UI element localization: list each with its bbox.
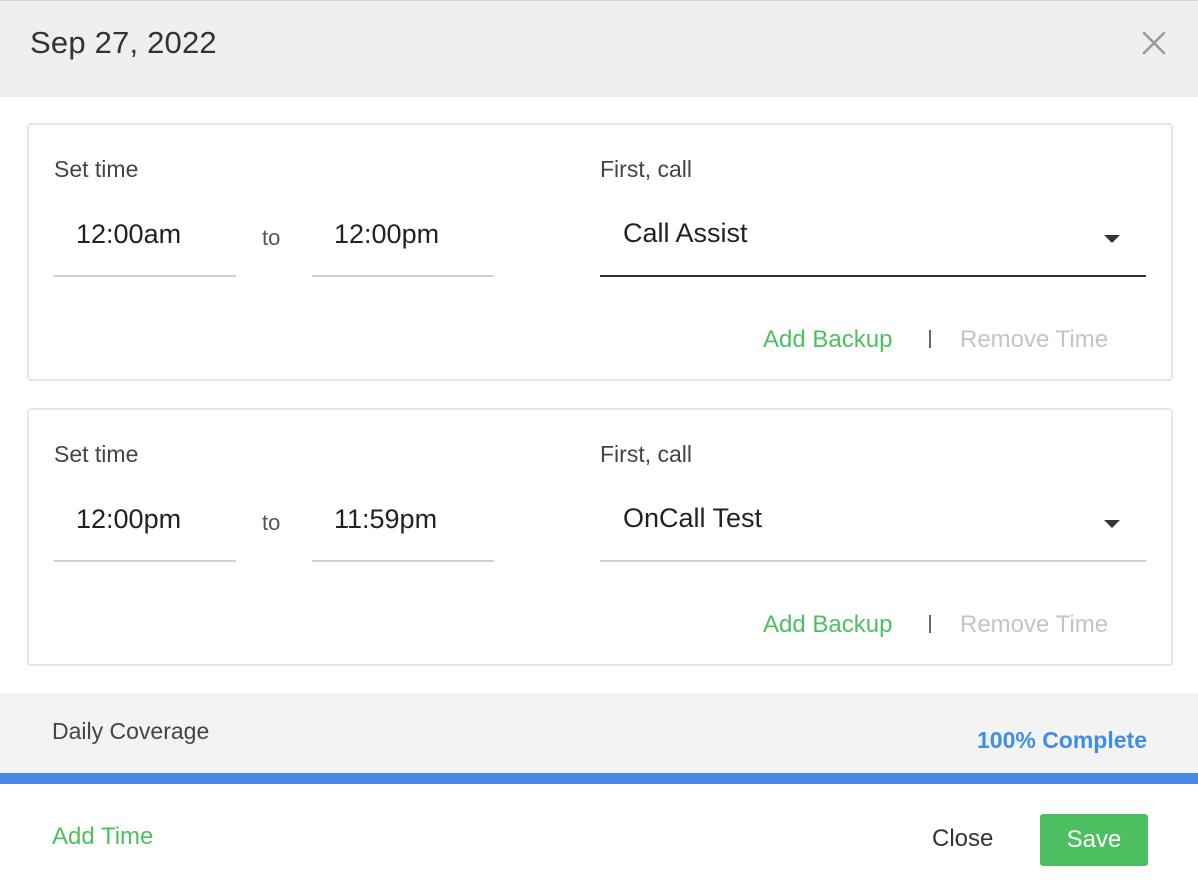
daily-coverage-bar: Daily Coverage 100% Complete <box>0 693 1198 773</box>
coverage-progress-fill <box>0 773 1198 784</box>
coverage-status: 100% Complete <box>976 727 1147 753</box>
caret-down-icon <box>1104 520 1120 528</box>
to-label: to <box>262 510 281 535</box>
start-time-value: 12:00am <box>76 219 182 249</box>
time-slot-card: Set time 12:00am to 12:00pm First, call … <box>27 123 1173 381</box>
start-time-value: 12:00pm <box>76 504 182 534</box>
add-backup-link[interactable]: Add Backup <box>763 326 892 354</box>
time-slot-card: Set time 12:00pm to 11:59pm First, call … <box>27 408 1173 666</box>
action-divider <box>929 615 931 633</box>
start-time-input[interactable]: 12:00am <box>54 203 236 277</box>
action-divider <box>929 330 931 348</box>
modal-header: Sep 27, 2022 <box>0 0 1198 97</box>
end-time-input[interactable]: 12:00pm <box>312 203 494 277</box>
coverage-progress-track <box>0 773 1198 784</box>
set-time-label: Set time <box>54 441 139 467</box>
save-button[interactable]: Save <box>1040 814 1148 866</box>
remove-time-link[interactable]: Remove Time <box>960 611 1108 639</box>
add-time-link[interactable]: Add Time <box>52 823 153 851</box>
first-call-label: First, call <box>600 441 692 467</box>
end-time-value: 12:00pm <box>334 219 440 249</box>
first-call-value: Call Assist <box>623 218 748 248</box>
modal-footer: Add Time Close Save <box>0 784 1198 888</box>
remove-time-link[interactable]: Remove Time <box>960 326 1108 354</box>
start-time-input[interactable]: 12:00pm <box>54 488 236 562</box>
end-time-value: 11:59pm <box>334 504 438 534</box>
first-call-label: First, call <box>600 156 692 182</box>
daily-coverage-label: Daily Coverage <box>52 718 210 744</box>
to-label: to <box>262 225 281 250</box>
close-button[interactable]: Close <box>932 825 993 853</box>
end-time-input[interactable]: 11:59pm <box>312 488 494 562</box>
first-call-select[interactable]: OnCall Test <box>600 488 1146 562</box>
modal-title: Sep 27, 2022 <box>30 25 217 60</box>
first-call-select[interactable]: Call Assist <box>600 203 1146 277</box>
set-time-label: Set time <box>54 156 139 182</box>
add-backup-link[interactable]: Add Backup <box>763 611 892 639</box>
caret-down-icon <box>1104 235 1120 243</box>
schedule-modal: Sep 27, 2022 Set time 12:00am to 12:00pm… <box>0 0 1198 888</box>
close-x-icon[interactable] <box>1140 29 1168 57</box>
first-call-value: OnCall Test <box>623 503 763 533</box>
